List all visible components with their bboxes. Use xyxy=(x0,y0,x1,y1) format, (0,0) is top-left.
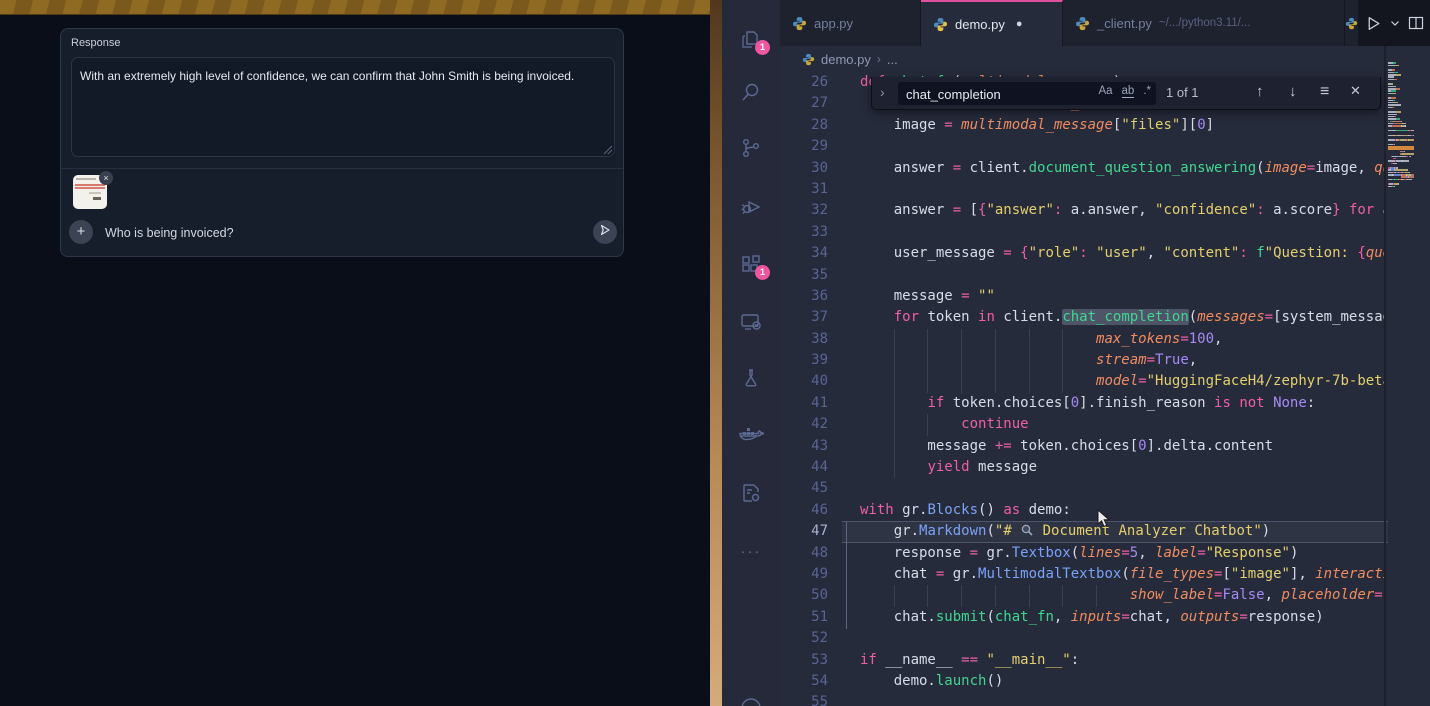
code-line[interactable]: 55 xyxy=(780,692,1386,706)
tab-label: demo.py xyxy=(955,17,1005,32)
task-file-icon[interactable] xyxy=(722,470,780,516)
code-line[interactable]: 44 yield message xyxy=(780,457,1386,478)
code-line[interactable]: 50 show_label=False, placeholder="Upload… xyxy=(780,585,1386,606)
send-button[interactable] xyxy=(593,220,617,244)
regex-toggle[interactable]: .* xyxy=(1143,85,1151,98)
minimap-border xyxy=(1384,46,1386,706)
breadcrumb-file[interactable]: demo.py xyxy=(821,52,871,67)
code-line[interactable]: 39 stream=True, xyxy=(780,350,1386,371)
screenshot-root: Response With an extremely high level of… xyxy=(0,0,1430,706)
more-actions-icon[interactable]: ··· xyxy=(722,528,780,574)
response-textarea[interactable]: With an extremely high level of confiden… xyxy=(71,57,615,157)
tab-overflow-sliver[interactable] xyxy=(1345,0,1358,46)
code-line[interactable]: 47 gr.Markdown("# Document Analyzer Chat… xyxy=(780,521,1386,542)
response-label: Response xyxy=(71,37,121,49)
breadcrumb-rest[interactable]: ... xyxy=(887,52,898,67)
chat-text-input[interactable] xyxy=(103,219,537,247)
editor-actions xyxy=(1358,0,1430,46)
code-line[interactable]: 37 for token in client.chat_completion(m… xyxy=(780,307,1386,328)
code-line[interactable]: 29 xyxy=(780,136,1386,157)
code-line[interactable]: 48 response = gr.Textbox(lines=5, label=… xyxy=(780,543,1386,564)
code-line[interactable]: 30 answer = client.document_question_ans… xyxy=(780,158,1386,179)
testing-beaker-icon[interactable] xyxy=(722,355,780,401)
run-debug-icon[interactable] xyxy=(722,183,780,229)
match-case-toggle[interactable]: Aa xyxy=(1098,85,1112,98)
code-line[interactable]: 46with gr.Blocks() as demo: xyxy=(780,500,1386,521)
breadcrumb-separator: › xyxy=(877,52,881,66)
find-expand-chevron[interactable]: › xyxy=(880,84,885,100)
tab-client-py[interactable]: _client.py ~/.../python3.11/... xyxy=(1063,0,1345,46)
account-icon[interactable] xyxy=(722,683,780,706)
code-line[interactable]: 51 chat.submit(chat_fn, inputs=chat, out… xyxy=(780,607,1386,628)
resize-handle-icon[interactable] xyxy=(603,145,613,155)
code-line[interactable]: 32 answer = [{"answer": a.answer, "confi… xyxy=(780,200,1386,221)
explorer-icon[interactable]: 1 xyxy=(722,17,780,63)
code-line[interactable]: 45 xyxy=(780,478,1386,499)
tab-app-py[interactable]: app.py xyxy=(780,0,921,46)
tab-label: app.py xyxy=(814,16,853,31)
find-next-button[interactable]: ↓ xyxy=(1289,83,1297,100)
code-line[interactable]: 49 chat = gr.MultimodalTextbox(file_type… xyxy=(780,564,1386,585)
find-close-button[interactable]: ✕ xyxy=(1350,83,1361,99)
modified-dot-icon[interactable]: ● xyxy=(1016,18,1023,30)
tab-label: _client.py xyxy=(1097,16,1152,31)
remove-attachment-button[interactable]: × xyxy=(99,171,113,185)
find-in-selection-button[interactable]: ≡ xyxy=(1320,83,1329,101)
find-input[interactable] xyxy=(904,83,1068,106)
code-line[interactable]: 38 max_tokens=100, xyxy=(780,329,1386,350)
find-input-box: Aa ab .* xyxy=(898,82,1156,105)
gradio-card: Response With an extremely high level of… xyxy=(60,28,624,257)
run-python-file-button[interactable] xyxy=(1365,15,1382,32)
code-line[interactable]: 52 xyxy=(780,628,1386,649)
tab-bar: app.py demo.py ● _client.py ~/.../python… xyxy=(780,0,1430,46)
code-line[interactable]: 54 demo.launch() xyxy=(780,671,1386,692)
window-divider[interactable] xyxy=(710,0,722,706)
gradio-app-panel: Response With an extremely high level of… xyxy=(0,0,710,706)
code-line[interactable]: 35 xyxy=(780,265,1386,286)
magnifier-emoji-icon xyxy=(1020,523,1034,537)
code-editor[interactable]: 26def chat_fn(multimodal_message):27 que… xyxy=(780,72,1430,706)
python-icon xyxy=(792,16,807,31)
code-line[interactable]: 34 user_message = {"role": "user", "cont… xyxy=(780,243,1386,264)
activity-bar: 1 1 xyxy=(722,0,780,706)
find-widget: › Aa ab .* 1 of 1 ↑ ↓ ≡ ✕ xyxy=(871,77,1381,110)
whole-word-toggle[interactable]: ab xyxy=(1122,85,1135,98)
explorer-badge: 1 xyxy=(755,40,770,55)
python-icon xyxy=(802,53,815,66)
code-line[interactable]: 40 model="HuggingFaceH4/zephyr-7b-beta")… xyxy=(780,371,1386,392)
python-icon xyxy=(1075,16,1090,31)
extensions-badge: 1 xyxy=(755,265,770,280)
code-line[interactable]: 36 message = "" xyxy=(780,286,1386,307)
gradio-topbar xyxy=(0,0,710,15)
python-icon xyxy=(1345,16,1358,31)
docker-icon[interactable] xyxy=(722,413,780,459)
search-icon[interactable] xyxy=(722,69,780,115)
extensions-icon[interactable]: 1 xyxy=(722,241,780,287)
code-line[interactable]: 33 xyxy=(780,222,1386,243)
send-icon xyxy=(599,224,611,236)
tab-description: ~/.../python3.11/... xyxy=(1159,17,1251,29)
remote-explorer-icon[interactable] xyxy=(722,299,780,345)
vscode-window: 1 1 xyxy=(722,0,1430,706)
breadcrumb[interactable]: demo.py › ... xyxy=(780,46,1430,72)
split-editor-button[interactable] xyxy=(1408,15,1424,31)
python-icon xyxy=(933,17,948,32)
code-line[interactable]: 53if __name__ == "__main__": xyxy=(780,650,1386,671)
code-line[interactable]: 42 continue xyxy=(780,414,1386,435)
code-line[interactable]: 43 message += token.choices[0].delta.con… xyxy=(780,436,1386,457)
code-line[interactable]: 41 if token.choices[0].finish_reason is … xyxy=(780,393,1386,414)
code-line[interactable]: 28 image = multimodal_message["files"][0… xyxy=(780,115,1386,136)
card-divider xyxy=(61,168,623,169)
add-file-button[interactable]: + xyxy=(69,220,93,244)
code-line[interactable]: 31 xyxy=(780,179,1386,200)
source-control-icon[interactable] xyxy=(722,125,780,171)
find-previous-button[interactable]: ↑ xyxy=(1256,83,1264,100)
minimap-match-marker xyxy=(1388,146,1414,150)
minimap[interactable] xyxy=(1388,62,1414,192)
find-result-count: 1 of 1 xyxy=(1166,85,1199,100)
run-dropdown-chevron-icon[interactable] xyxy=(1390,18,1400,28)
chat-input-row: + xyxy=(61,219,625,245)
tab-demo-py[interactable]: demo.py ● xyxy=(921,0,1063,46)
